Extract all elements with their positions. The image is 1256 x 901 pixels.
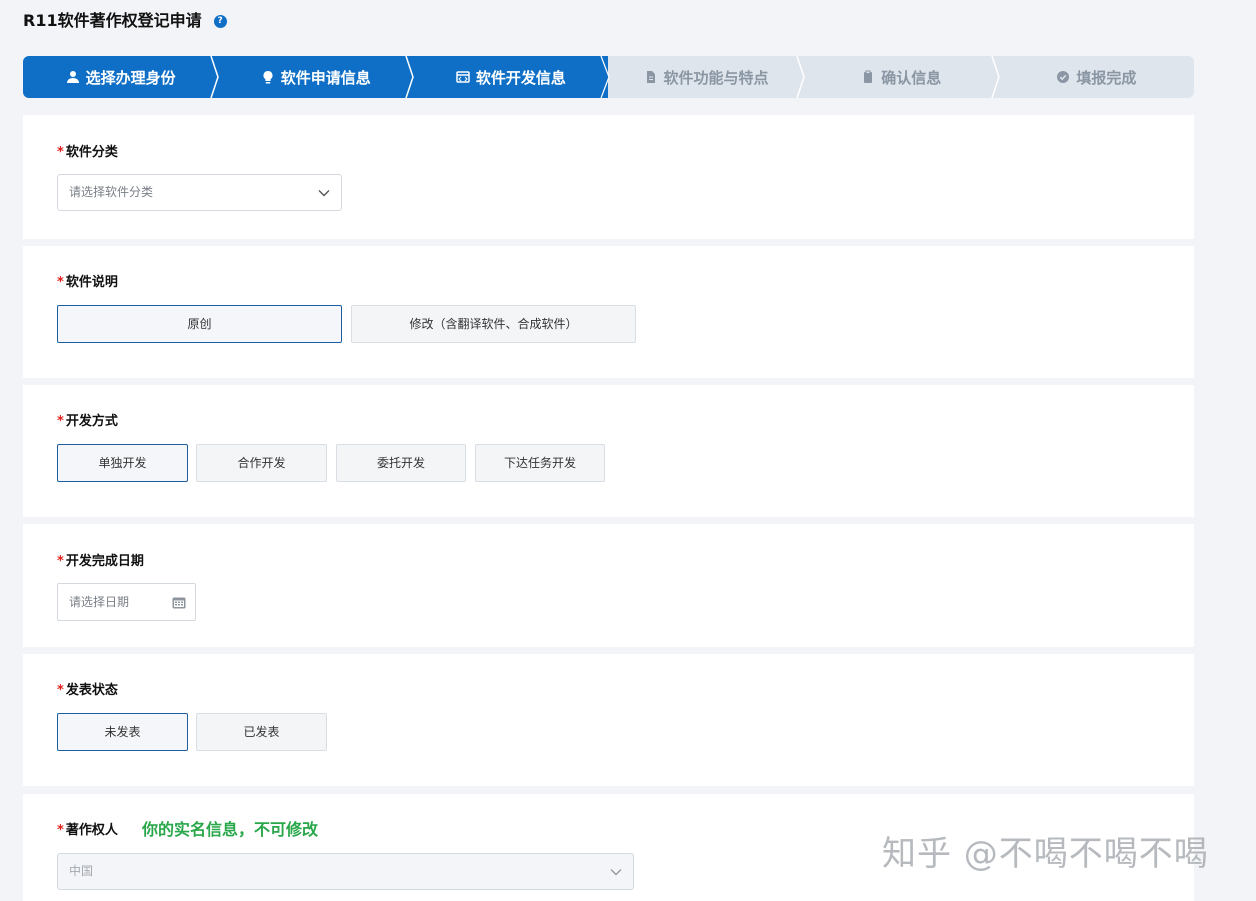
completion-date-section: * 开发完成日期 请选择日期: [23, 524, 1194, 647]
step-separator: [405, 56, 415, 98]
step-software-development-info[interactable]: 软件开发信息: [413, 56, 611, 98]
software-description-label: * 软件说明: [57, 271, 118, 290]
completion-date-label: * 开发完成日期: [57, 550, 144, 569]
field-label-text: 软件说明: [65, 275, 118, 290]
step-software-application-info[interactable]: 软件申请信息: [218, 56, 415, 98]
step-label: 填报完成: [1076, 68, 1137, 87]
software-description-section: * 软件说明 原创 修改（含翻译软件、合成软件）: [23, 246, 1194, 378]
publish-status-label: * 发表状态: [57, 679, 118, 698]
question-circle-icon[interactable]: ?: [213, 14, 227, 28]
step-label: 软件功能与特点: [663, 68, 769, 87]
chevron-down-icon: [318, 190, 330, 197]
software-category-select[interactable]: 请选择软件分类: [57, 174, 342, 211]
progress-steps: 选择办理身份 软件申请信息 软件开发信息 软件功能与特点 确认信息 填报完成: [23, 56, 1194, 98]
step-separator: [600, 56, 611, 98]
software-category-section: * 软件分类 请选择软件分类: [23, 115, 1194, 239]
option-assigned-task-development[interactable]: 下达任务开发: [475, 444, 605, 482]
field-label-text: 开发完成日期: [65, 554, 144, 569]
field-label-text: 著作权人: [65, 823, 118, 838]
step-label: 选择办理身份: [85, 68, 176, 87]
option-modified[interactable]: 修改（含翻译软件、合成软件）: [351, 305, 636, 343]
required-mark: *: [57, 554, 64, 569]
required-mark: *: [57, 145, 64, 160]
page-header: R11软件著作权登记申请 ?: [23, 9, 227, 33]
option-commissioned-development[interactable]: 委托开发: [336, 444, 466, 482]
step-separator: [795, 56, 805, 98]
document-icon: [644, 70, 658, 84]
code-window-icon: [456, 70, 470, 84]
publish-status-section: * 发表状态 未发表 已发表: [23, 654, 1194, 786]
option-published[interactable]: 已发表: [196, 713, 327, 751]
required-mark: *: [57, 683, 64, 698]
option-unpublished[interactable]: 未发表: [57, 713, 188, 751]
select-placeholder: 请选择软件分类: [69, 185, 154, 199]
field-label-text: 发表状态: [65, 683, 118, 698]
copyright-owner-label: * 著作权人: [57, 819, 118, 838]
check-circle-icon: [1056, 70, 1070, 84]
required-mark: *: [57, 823, 64, 838]
software-category-label: * 软件分类: [57, 141, 118, 160]
step-filing-complete[interactable]: 填报完成: [999, 56, 1194, 98]
select-value: 中国: [69, 864, 94, 878]
option-original[interactable]: 原创: [57, 305, 342, 343]
date-placeholder: 请选择日期: [69, 595, 130, 609]
step-separator: [991, 56, 1000, 98]
clipboard-icon: [861, 70, 875, 84]
option-independent-development[interactable]: 单独开发: [57, 444, 188, 482]
watermark-text: 知乎 @不喝不喝不喝: [882, 834, 1209, 874]
option-cooperative-development[interactable]: 合作开发: [196, 444, 327, 482]
step-select-identity[interactable]: 选择办理身份: [23, 56, 219, 98]
required-mark: *: [57, 414, 64, 429]
page-title: R11软件著作权登记申请: [23, 11, 202, 30]
chevron-down-icon: [610, 869, 622, 876]
user-icon: [66, 70, 80, 84]
step-separator: [210, 56, 219, 98]
calendar-icon: [172, 597, 186, 609]
step-label: 确认信息: [881, 68, 942, 87]
field-label-text: 开发方式: [65, 414, 118, 429]
development-method-label: * 开发方式: [57, 410, 118, 429]
step-label: 软件申请信息: [280, 68, 371, 87]
step-confirm-info[interactable]: 确认信息: [804, 56, 1000, 98]
step-software-features[interactable]: 软件功能与特点: [608, 56, 805, 98]
copyright-owner-select: 中国: [57, 853, 634, 890]
field-label-text: 软件分类: [65, 145, 118, 160]
step-label: 软件开发信息: [475, 68, 566, 87]
lightbulb-icon: [261, 70, 275, 84]
real-name-note: 你的实名信息，不可修改: [142, 820, 319, 839]
development-method-section: * 开发方式 单独开发 合作开发 委托开发 下达任务开发: [23, 385, 1194, 517]
required-mark: *: [57, 275, 64, 290]
completion-date-input[interactable]: 请选择日期: [57, 583, 196, 621]
